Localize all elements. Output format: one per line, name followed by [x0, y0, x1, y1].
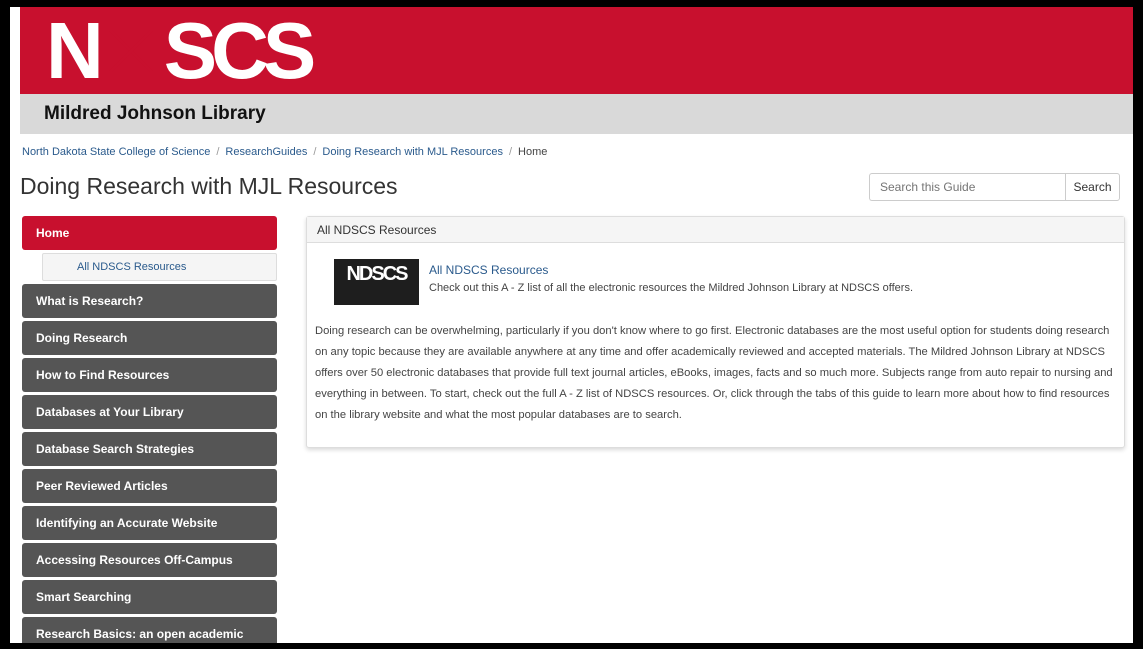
tab-identifying-accurate-website[interactable]: Identifying an Accurate Website — [22, 506, 277, 540]
breadcrumb-college[interactable]: North Dakota State College of Science — [22, 146, 210, 158]
star-icon — [101, 22, 160, 80]
breadcrumb: North Dakota State College of Science / Re… — [22, 146, 548, 158]
ndscs-logo[interactable]: N SCS — [46, 11, 316, 91]
resource-thumbnail[interactable]: NDSCS — [334, 259, 419, 305]
search-button[interactable]: Search — [1065, 173, 1120, 201]
tab-how-to-find-resources[interactable]: How to Find Resources — [22, 358, 277, 392]
breadcrumb-current: Home — [518, 146, 548, 158]
resource-link[interactable]: All NDSCS Resources — [429, 263, 548, 277]
page-frame: N SCS Mildred Johnson Library North Dako… — [10, 7, 1133, 643]
tab-what-is-research[interactable]: What is Research? — [22, 284, 277, 318]
library-name-bar: Mildred Johnson Library — [20, 94, 1133, 134]
page-title: Doing Research with MJL Resources — [20, 173, 398, 199]
header-banner: N SCS — [20, 7, 1133, 94]
search-input[interactable] — [869, 173, 1065, 201]
guide-search: Search — [869, 173, 1120, 201]
tab-smart-searching[interactable]: Smart Searching — [22, 580, 277, 614]
resource-description: Check out this A - Z list of all the ele… — [429, 282, 914, 294]
tab-research-basics[interactable]: Research Basics: an open academic resear… — [22, 617, 277, 643]
breadcrumb-guide[interactable]: Doing Research with MJL Resources — [322, 146, 503, 158]
tab-databases-at-your-library[interactable]: Databases at Your Library — [22, 395, 277, 429]
subtab-all-ndscs-resources[interactable]: All NDSCS Resources — [42, 253, 277, 281]
content-panel: All NDSCS Resources NDSCS All NDSCS Reso… — [306, 216, 1125, 448]
tab-database-search-strategies[interactable]: Database Search Strategies — [22, 432, 277, 466]
guide-sidebar: Home All NDSCS Resources What is Researc… — [22, 216, 277, 643]
library-name[interactable]: Mildred Johnson Library — [44, 103, 266, 125]
tab-doing-research[interactable]: Doing Research — [22, 321, 277, 355]
tab-home[interactable]: Home — [22, 216, 277, 250]
tab-accessing-resources-off-campus[interactable]: Accessing Resources Off-Campus — [22, 543, 277, 577]
intro-text: Doing research can be overwhelming, part… — [315, 325, 1113, 421]
breadcrumb-researchguides[interactable]: ResearchGuides — [225, 146, 307, 158]
tab-peer-reviewed-articles[interactable]: Peer Reviewed Articles — [22, 469, 277, 503]
panel-heading: All NDSCS Resources — [307, 217, 1124, 243]
